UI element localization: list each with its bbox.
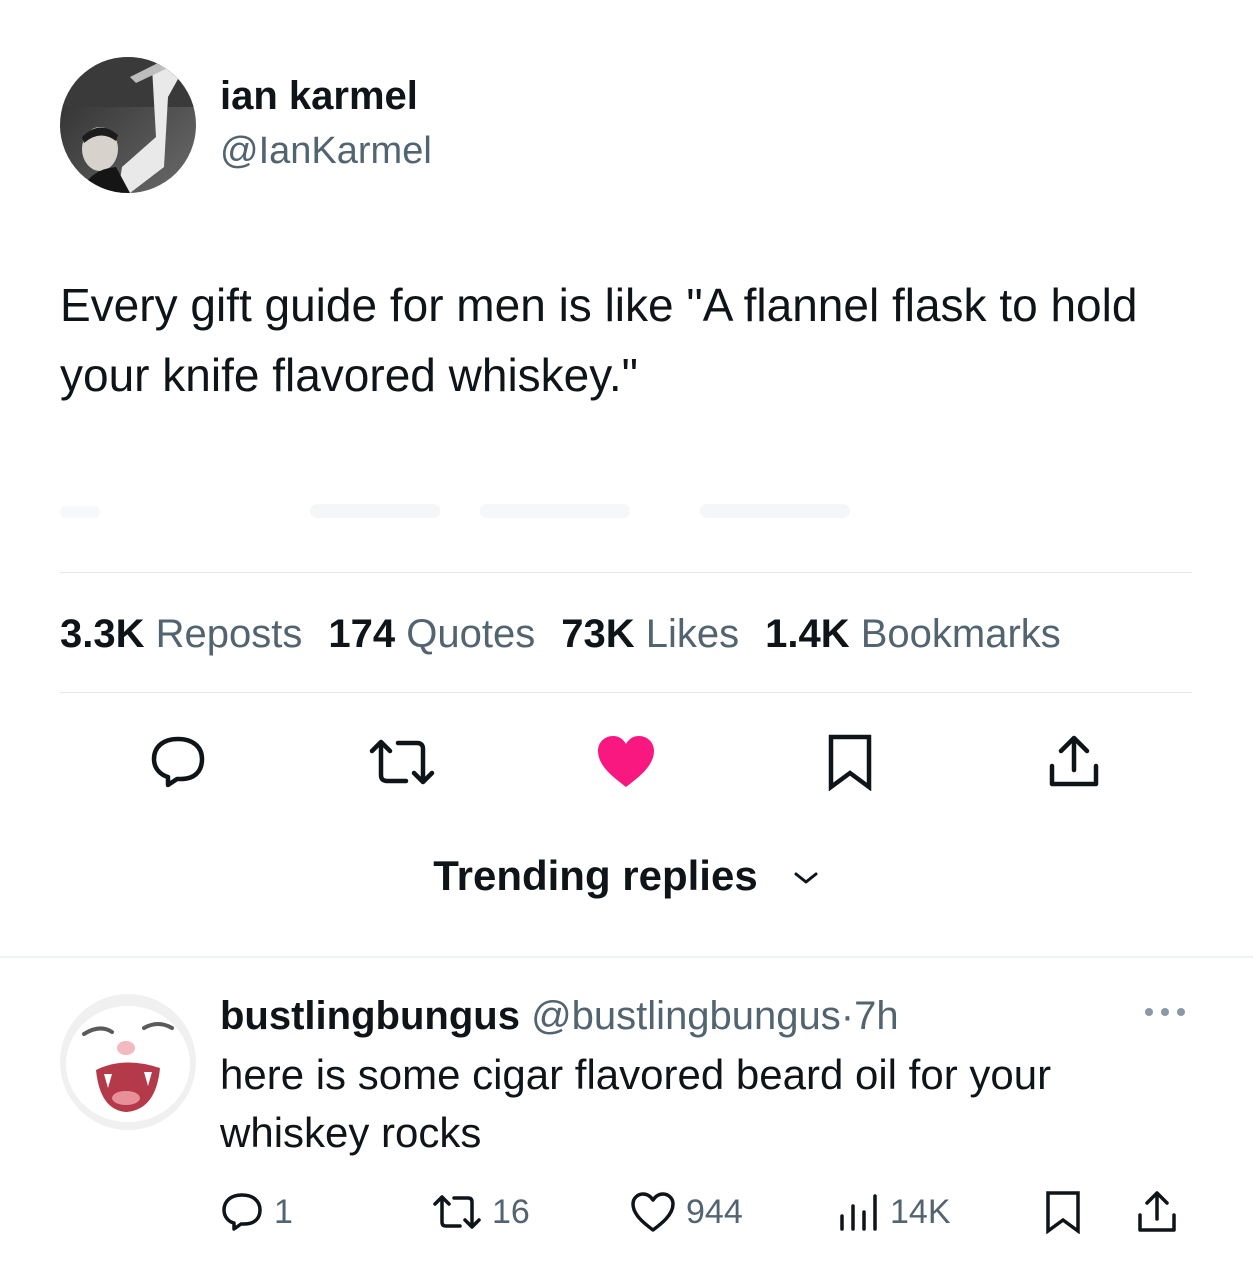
share-icon: [1138, 1191, 1176, 1232]
stat-likes-label: Likes: [645, 612, 740, 656]
faded-timestamp-line: [60, 492, 960, 532]
views-chart-icon: [840, 1194, 877, 1231]
reply-avatar[interactable]: [60, 994, 196, 1130]
section-divider: [0, 956, 1253, 958]
tweet-text: Every gift guide for men is like "A flan…: [60, 279, 1138, 401]
stat-reposts-label: Reposts: [155, 612, 303, 656]
stat-quotes-value: 174: [328, 612, 396, 656]
reply-bookmark-button[interactable]: [1044, 1186, 1092, 1238]
divider-top: [60, 572, 1192, 573]
reply-likes-count: 944: [686, 1192, 743, 1231]
reply-reposts-count: 16: [492, 1192, 530, 1231]
bookmark-icon: [828, 734, 872, 791]
reply-views-button[interactable]: 14K: [836, 1186, 951, 1238]
heart-outline-icon: [631, 1192, 675, 1232]
reply-author-handle[interactable]: @bustlingbungus: [531, 994, 841, 1038]
stat-likes-value: 73K: [561, 612, 635, 656]
reply-icon: [151, 736, 205, 788]
stat-reposts[interactable]: 3.3K Reposts: [60, 604, 302, 664]
replies-sort-label: Trending replies: [433, 852, 758, 899]
divider-bottom: [60, 692, 1192, 693]
stat-quotes[interactable]: 174 Quotes: [328, 604, 535, 664]
heart-filled-icon: [598, 736, 654, 787]
repost-icon: [433, 1195, 481, 1229]
reply-like-button[interactable]: 944: [630, 1186, 743, 1238]
reply-views-count: 14K: [890, 1192, 951, 1231]
reply-time[interactable]: 7h: [854, 994, 899, 1038]
stat-reposts-value: 3.3K: [60, 612, 145, 656]
reply-author-name[interactable]: bustlingbungus: [220, 994, 520, 1038]
chevron-down-icon: [794, 872, 818, 884]
stat-bookmarks-label: Bookmarks: [860, 612, 1061, 656]
share-icon: [1049, 735, 1099, 787]
share-button[interactable]: [1044, 730, 1104, 794]
repost-icon: [369, 739, 435, 785]
reply-share-button[interactable]: [1136, 1186, 1188, 1238]
author-name[interactable]: ian karmel: [220, 72, 418, 120]
replies-sort-dropdown[interactable]: Trending replies: [0, 852, 1253, 900]
reply-text: here is some cigar flavored beard oil fo…: [220, 1051, 1052, 1156]
reply-button[interactable]: [146, 730, 210, 794]
reply-replies-count: 1: [274, 1192, 293, 1231]
more-options-button[interactable]: [1142, 1004, 1188, 1025]
reply-separator: ·: [840, 994, 855, 1038]
stat-likes[interactable]: 73K Likes: [561, 604, 739, 664]
like-button[interactable]: [594, 730, 658, 794]
stat-bookmarks[interactable]: 1.4K Bookmarks: [765, 604, 1061, 664]
author-avatar[interactable]: [60, 57, 196, 193]
reply-action-bar: 1 16 944 14K: [220, 1186, 1190, 1238]
engagement-stats: 3.3K Reposts 174 Quotes 73K Likes 1.4K B…: [60, 604, 1087, 664]
reply-repost-button[interactable]: 16: [432, 1186, 530, 1238]
bookmark-icon: [1046, 1191, 1080, 1234]
reply-reply-button[interactable]: 1: [220, 1186, 293, 1238]
stat-quotes-label: Quotes: [406, 612, 536, 656]
bookmark-button[interactable]: [820, 730, 880, 794]
reply-icon: [222, 1193, 262, 1231]
repost-button[interactable]: [366, 730, 438, 794]
stat-bookmarks-value: 1.4K: [765, 612, 850, 656]
more-dots-icon: [1145, 1008, 1185, 1016]
author-handle[interactable]: @IanKarmel: [220, 128, 432, 174]
reply-header: bustlingbungus @bustlingbungus·7h: [220, 990, 899, 1042]
